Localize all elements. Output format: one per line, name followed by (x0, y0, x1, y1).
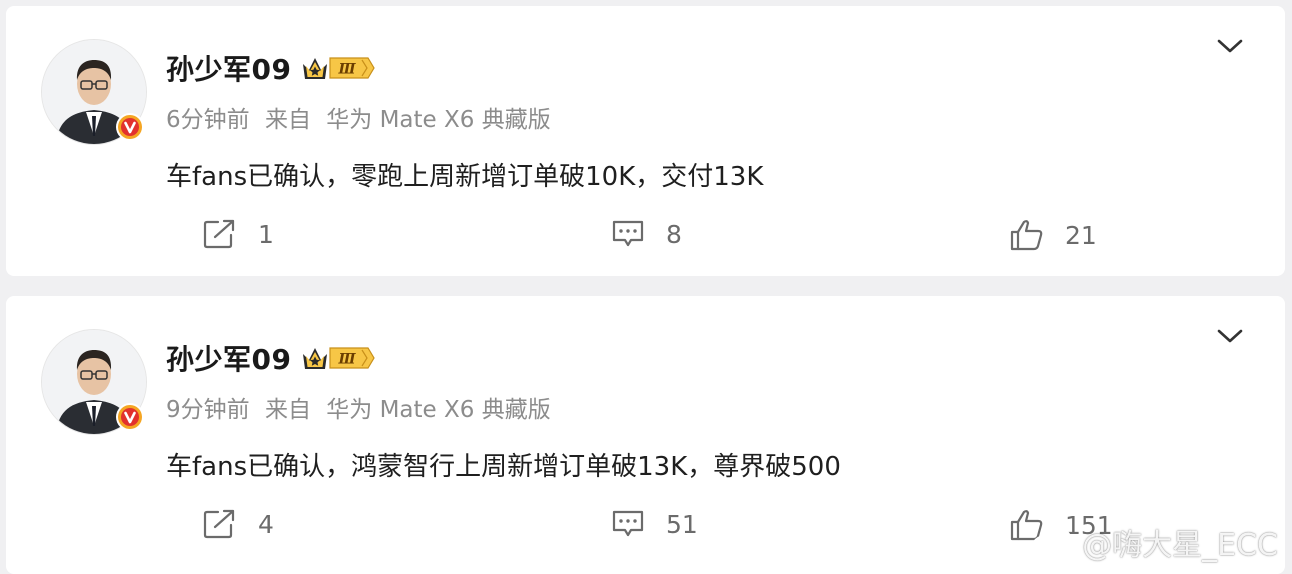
weibo-logo-icon (1031, 528, 1072, 559)
author-row: 孙少军09 Ⅲ (166, 48, 376, 88)
post-time[interactable]: 9分钟前 (166, 397, 250, 423)
source-device[interactable]: 华为 Mate X6 典藏版 (326, 397, 550, 423)
member-level-badge-icon[interactable]: Ⅲ (300, 344, 376, 372)
post-meta: 6分钟前 来自 华为 Mate X6 典藏版 (166, 100, 559, 134)
like-count: 21 (1065, 220, 1097, 250)
like-button[interactable]: 21 (1009, 218, 1097, 252)
source-device[interactable]: 华为 Mate X6 典藏版 (326, 107, 550, 133)
repost-button[interactable]: 1 (202, 218, 274, 250)
source-prefix: 来自 (264, 397, 311, 423)
chevron-down-icon[interactable] (1215, 326, 1245, 346)
post-time[interactable]: 6分钟前 (166, 107, 250, 133)
member-level-badge-icon[interactable]: Ⅲ (300, 54, 376, 82)
thumbs-up-icon (1010, 220, 1043, 251)
repost-icon (203, 219, 235, 249)
watermark: @嗨大星_ECC (1030, 520, 1278, 564)
comment-icon (612, 510, 644, 537)
repost-count: 1 (258, 219, 274, 249)
post-content: 车fans已确认，鸿蒙智行上周新增订单破13K，尊界破500 (166, 452, 841, 482)
verified-v-icon (115, 402, 145, 432)
comment-icon (612, 220, 644, 247)
chevron-down-icon[interactable] (1215, 36, 1245, 56)
comment-button[interactable]: 8 (610, 218, 682, 250)
repost-count: 4 (258, 509, 274, 539)
level-badge-text: Ⅲ (338, 62, 357, 78)
repost-icon (203, 509, 235, 539)
comment-button[interactable]: 51 (610, 508, 698, 540)
source-prefix: 来自 (264, 107, 311, 133)
comment-count: 8 (666, 219, 682, 249)
action-bar: 1 8 21 (6, 218, 1285, 258)
comment-count: 51 (666, 509, 698, 539)
repost-button[interactable]: 4 (202, 508, 274, 540)
watermark-text: @嗨大星_ECC (1082, 528, 1278, 563)
username[interactable]: 孙少军09 (166, 338, 291, 378)
post-card: 孙少军09 Ⅲ 6分钟前 来自 华为 Mate X6 典藏版 车fans已确认，… (6, 6, 1285, 276)
post-meta: 9分钟前 来自 华为 Mate X6 典藏版 (166, 390, 559, 424)
post-content: 车fans已确认，零跑上周新增订单破10K，交付13K (166, 162, 764, 192)
verified-v-icon (115, 112, 145, 142)
author-row: 孙少军09 Ⅲ (166, 338, 376, 378)
level-badge-text: Ⅲ (338, 352, 357, 368)
username[interactable]: 孙少军09 (166, 48, 291, 88)
